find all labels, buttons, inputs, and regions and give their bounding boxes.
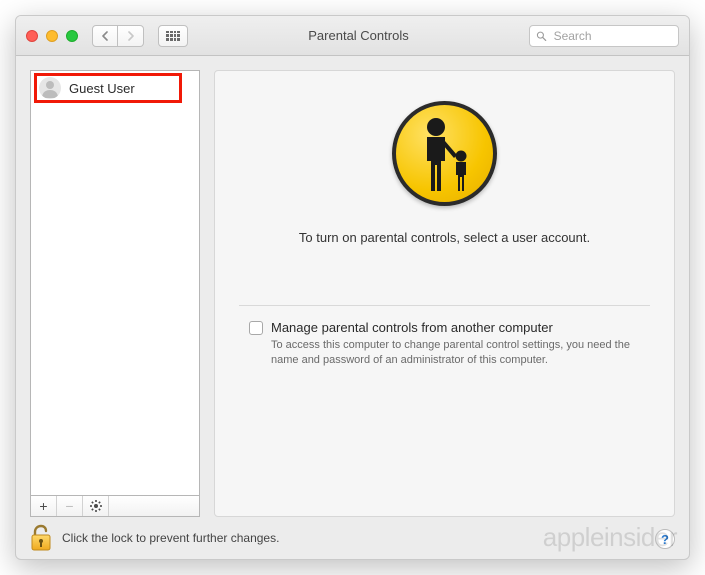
plus-icon: + (39, 498, 47, 514)
user-name-label: Guest User (69, 81, 135, 96)
user-silhouette-icon (39, 77, 61, 99)
search-field[interactable] (529, 25, 679, 47)
manage-remote-description: To access this computer to change parent… (271, 338, 631, 368)
help-icon: ? (661, 532, 669, 547)
show-all-prefs-button[interactable] (158, 25, 188, 47)
minimize-window-button[interactable] (46, 30, 58, 42)
content-area: Guest User + − (16, 56, 689, 517)
user-row-guest[interactable]: Guest User (31, 71, 199, 105)
main-panel: To turn on parental controls, select a u… (214, 70, 675, 517)
forward-button[interactable] (118, 25, 144, 47)
zoom-window-button[interactable] (66, 30, 78, 42)
close-window-button[interactable] (26, 30, 38, 42)
divider (239, 305, 650, 306)
minus-icon: − (65, 498, 73, 514)
gear-icon (89, 499, 103, 513)
action-menu-button[interactable] (83, 496, 109, 516)
window-controls (26, 30, 78, 42)
manage-remote-checkbox[interactable] (249, 321, 263, 335)
nav-back-forward (92, 25, 144, 47)
users-sidebar: Guest User + − (30, 70, 200, 517)
preferences-window: Parental Controls Guest Us (15, 15, 690, 560)
remove-user-button: − (57, 496, 83, 516)
titlebar: Parental Controls (16, 16, 689, 56)
help-button[interactable]: ? (655, 529, 675, 549)
footer: Click the lock to prevent further change… (16, 517, 689, 559)
add-user-button[interactable]: + (31, 496, 57, 516)
instruction-text: To turn on parental controls, select a u… (299, 230, 590, 245)
parental-controls-icon (392, 101, 497, 206)
search-icon (536, 30, 547, 42)
window-title: Parental Controls (196, 28, 521, 43)
manage-remote-label: Manage parental controls from another co… (271, 320, 631, 335)
chevron-right-icon (127, 31, 135, 41)
lock-text: Click the lock to prevent further change… (62, 531, 279, 545)
users-list[interactable]: Guest User (30, 70, 200, 495)
back-button[interactable] (92, 25, 118, 47)
lock-button[interactable] (30, 524, 52, 552)
manage-remote-row: Manage parental controls from another co… (239, 320, 650, 368)
unlocked-lock-icon (30, 524, 52, 552)
chevron-left-icon (101, 31, 109, 41)
search-input[interactable] (552, 28, 672, 44)
grid-icon (166, 31, 180, 41)
sidebar-toolbar: + − (30, 495, 200, 517)
